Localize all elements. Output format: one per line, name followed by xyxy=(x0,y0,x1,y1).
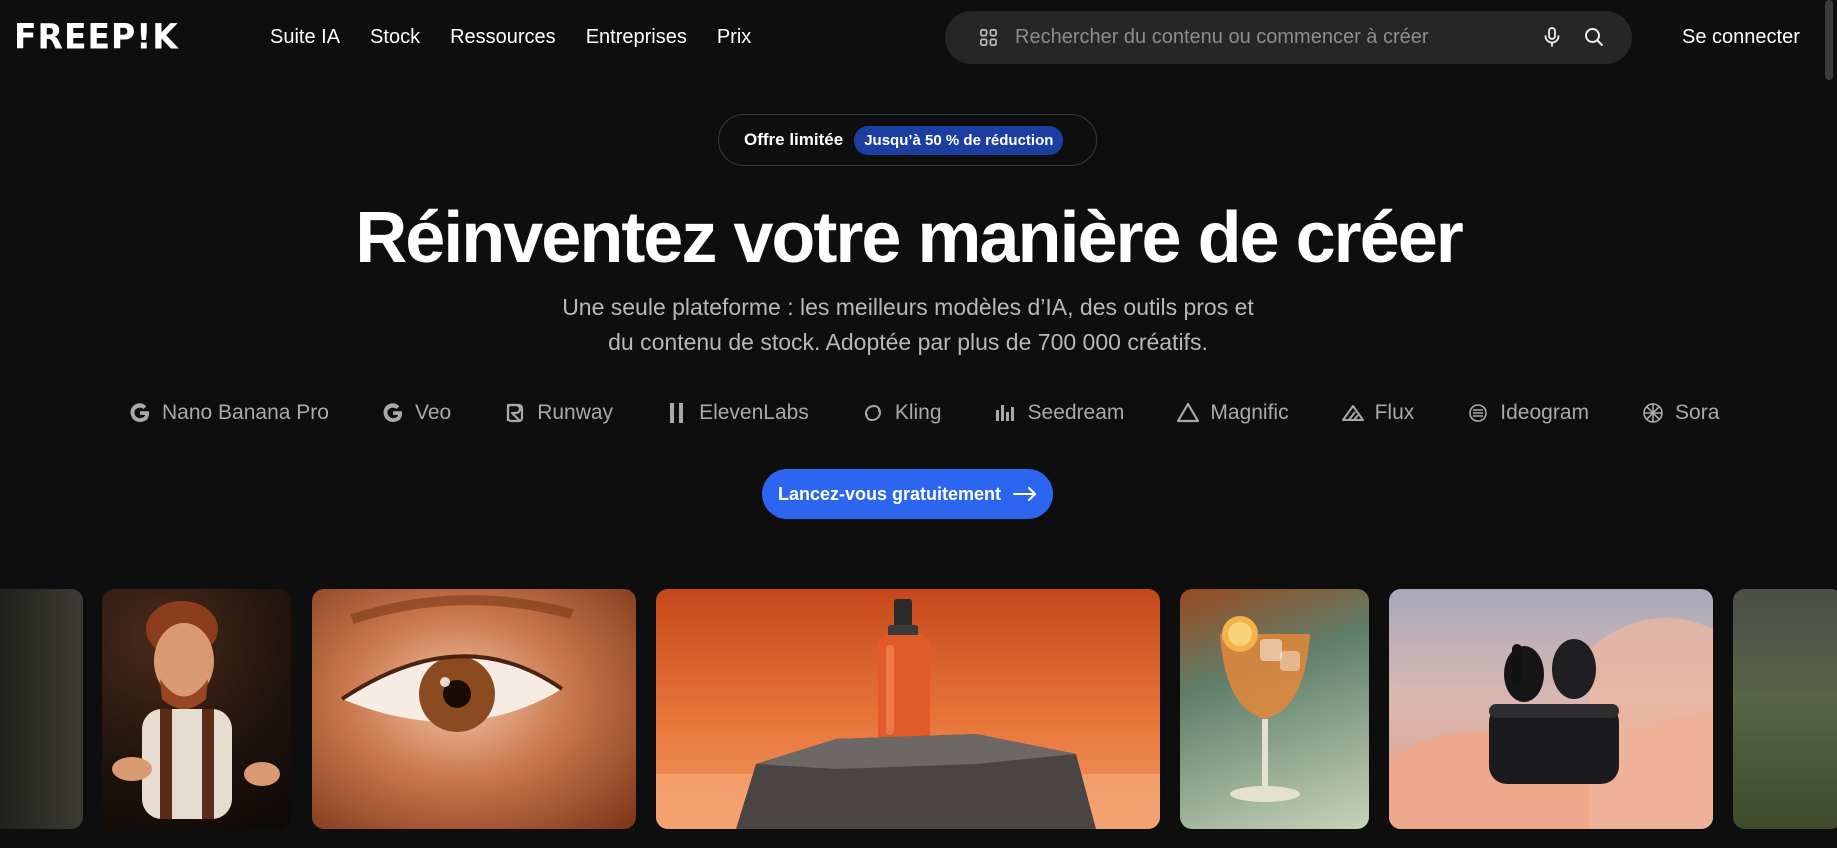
model-magnific: Magnific xyxy=(1176,401,1289,425)
cta-label: Lancez-vous gratuitement xyxy=(777,483,1002,504)
gallery-tile-eye-closeup[interactable] xyxy=(312,589,636,829)
model-sora: Sora xyxy=(1641,401,1719,425)
search-icon[interactable] xyxy=(1582,25,1606,49)
hero-title: Réinventez votre manière de créer xyxy=(355,198,1464,278)
nav-stock[interactable]: Stock xyxy=(370,24,420,50)
scrollbar-thumb[interactable] xyxy=(1825,0,1833,80)
model-runway: Runway xyxy=(503,401,613,425)
cocktail-illustration xyxy=(1220,616,1310,802)
discount-badge: Jusqu’à 50 % de réduction xyxy=(854,125,1064,155)
microphone-icon[interactable] xyxy=(1540,25,1564,49)
hero-subtitle-line-2: du contenu de stock. Adoptée par plus de… xyxy=(608,329,1208,355)
ideogram-icon xyxy=(1469,404,1488,422)
search-input[interactable] xyxy=(1015,21,1475,54)
gallery-tile-partial-field[interactable] xyxy=(1733,589,1837,829)
arrow-right-icon xyxy=(1013,487,1037,501)
get-started-button[interactable]: Lancez-vous gratuitement xyxy=(762,469,1053,519)
login-button[interactable]: Se connecter xyxy=(1682,24,1800,50)
model-name: Veo xyxy=(414,401,452,424)
hero-subtitle-line-1: Une seule plateforme : les meilleurs mod… xyxy=(562,294,1254,320)
limited-offer-pill[interactable]: Offre limitée Jusqu’à 50 % de réduction xyxy=(718,114,1097,166)
sora-icon xyxy=(1643,403,1663,423)
offer-label: Offre limitée xyxy=(744,130,844,149)
model-name: Sora xyxy=(1675,401,1720,424)
model-name: Runway xyxy=(537,401,614,424)
ai-models-row: Nano Banana Pro Veo Runway ElevenLabs Kl… xyxy=(128,398,1771,428)
main-nav: Suite IA Stock Ressources Entreprises Pr… xyxy=(270,24,751,50)
gallery-tile-bottle-on-rock[interactable] xyxy=(656,589,1160,829)
gallery-tile-partial-dark[interactable] xyxy=(0,589,83,829)
earbuds-illustration xyxy=(1389,617,1713,829)
model-name: Seedream xyxy=(1027,401,1125,424)
model-name: Flux xyxy=(1374,401,1415,424)
google-g-icon xyxy=(130,403,149,423)
nav-prix[interactable]: Prix xyxy=(717,24,751,50)
model-kling: Kling xyxy=(861,401,942,425)
bottle-on-rock-illustration xyxy=(656,599,1160,829)
model-veo: Veo xyxy=(381,401,451,425)
cartoon-character-illustration xyxy=(112,601,280,819)
runway-icon xyxy=(507,403,524,423)
flux-icon xyxy=(1341,405,1364,421)
model-elevenlabs: ElevenLabs xyxy=(665,401,809,425)
model-name: Kling xyxy=(894,401,942,424)
model-seedream: Seedream xyxy=(994,401,1125,425)
nav-entreprises[interactable]: Entreprises xyxy=(586,24,687,50)
model-ideogram: Ideogram xyxy=(1466,401,1589,425)
magnific-icon xyxy=(1177,402,1200,423)
hero-subtitle: Une seule plateforme : les meilleurs mod… xyxy=(500,290,1316,360)
model-name: Nano Banana Pro xyxy=(162,401,329,424)
search-bar[interactable] xyxy=(945,11,1632,64)
top-header: FREEP!K Suite IA Stock Ressources Entrep… xyxy=(0,0,1837,74)
kling-icon xyxy=(864,404,881,422)
nav-suite-ia[interactable]: Suite IA xyxy=(270,24,340,50)
gallery-tile-cocktail[interactable] xyxy=(1180,589,1369,829)
nav-ressources[interactable]: Ressources xyxy=(450,24,556,50)
gallery-tile-cartoon-character[interactable] xyxy=(102,589,291,829)
eye-illustration xyxy=(340,595,574,732)
model-flux: Flux xyxy=(1341,401,1415,425)
model-name: Magnific xyxy=(1210,401,1289,424)
google-g-icon xyxy=(383,403,402,423)
model-name: ElevenLabs xyxy=(699,401,809,424)
elevenlabs-icon xyxy=(670,403,684,423)
apps-grid-icon[interactable] xyxy=(979,28,998,47)
freepik-logo[interactable]: FREEP!K xyxy=(14,19,179,55)
seedream-icon xyxy=(995,405,1014,421)
model-name: Ideogram xyxy=(1500,401,1590,424)
gallery-tile-earbuds[interactable] xyxy=(1389,589,1713,829)
model-nano-banana-pro: Nano Banana Pro xyxy=(128,401,329,425)
